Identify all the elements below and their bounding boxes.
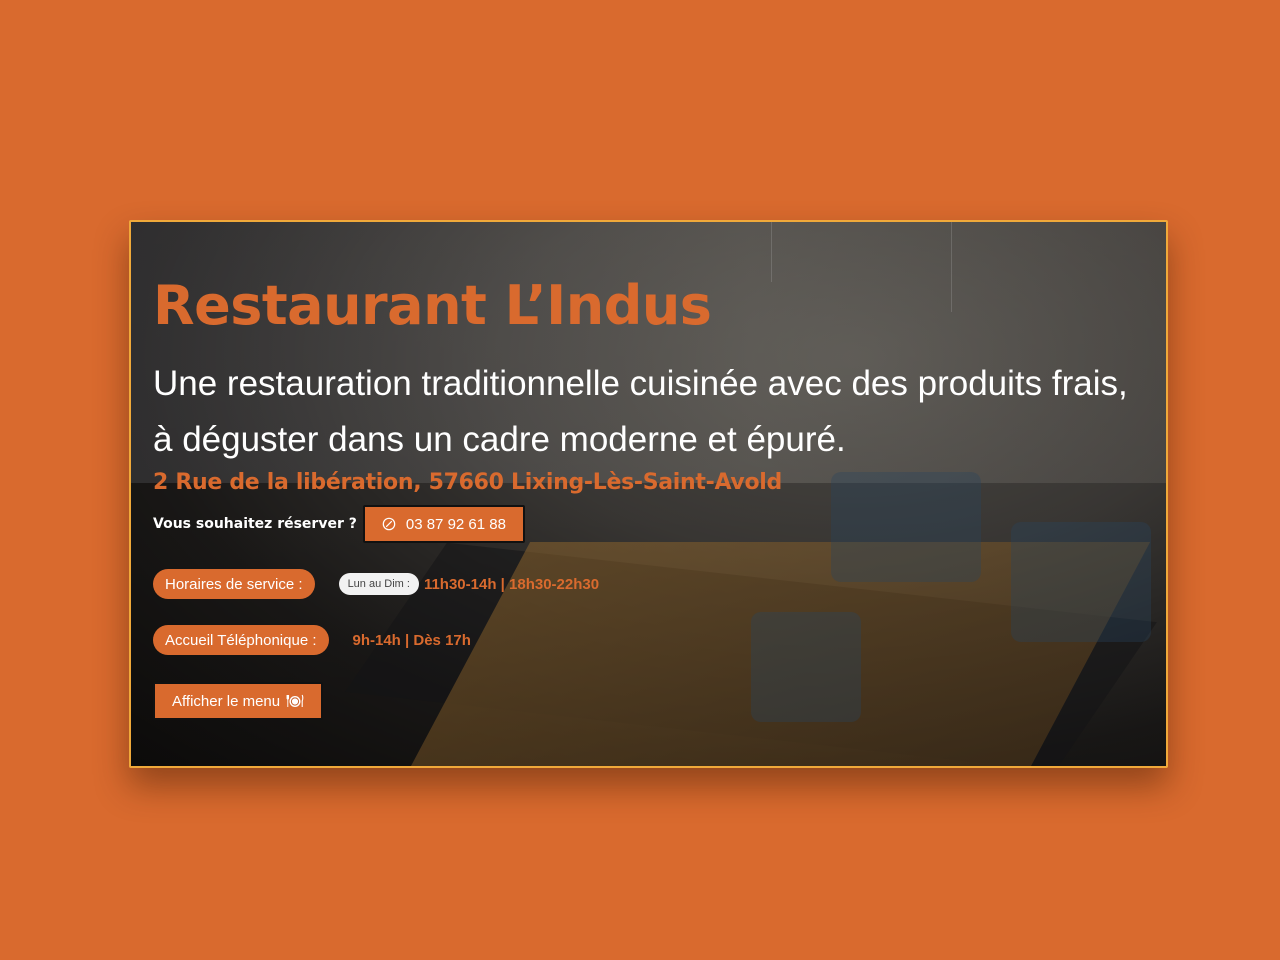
phone-icon <box>382 517 396 531</box>
hero-card: Restaurant L’Indus Une restauration trad… <box>129 220 1168 768</box>
service-days-badge: Lun au Dim : <box>338 573 419 595</box>
show-menu-button[interactable]: Afficher le menu <box>153 682 324 720</box>
restaurant-title: Restaurant L’Indus <box>153 274 712 337</box>
service-hours-value: 11h30-14h | 18h30-22h30 <box>423 575 600 593</box>
phone-reception-label: Accueil Téléphonique : <box>153 625 329 655</box>
restaurant-tagline: Une restauration traditionnelle cuisinée… <box>153 364 1128 459</box>
hero-content: Restaurant L’Indus Une restauration trad… <box>153 222 1144 766</box>
reservation-row: Vous souhaitez réserver ? 03 87 92 61 88 <box>153 505 525 543</box>
phone-reception-hours: 9h-14h | Dès 17h <box>352 631 471 649</box>
call-phone-button[interactable]: 03 87 92 61 88 <box>362 505 525 543</box>
service-hours-row: Horaires de service : Lun au Dim : 11h30… <box>153 569 599 599</box>
restaurant-address: 2 Rue de la libération, 57660 Lixing-Lès… <box>153 470 782 495</box>
plate-cutlery-icon <box>286 694 304 707</box>
service-hours-label: Horaires de service : <box>153 569 315 599</box>
show-menu-label: Afficher le menu <box>172 692 281 710</box>
phone-number: 03 87 92 61 88 <box>405 515 506 533</box>
phone-reception-row: Accueil Téléphonique : 9h-14h | Dès 17h <box>153 625 471 655</box>
reserve-label: Vous souhaitez réserver ? <box>153 516 357 532</box>
